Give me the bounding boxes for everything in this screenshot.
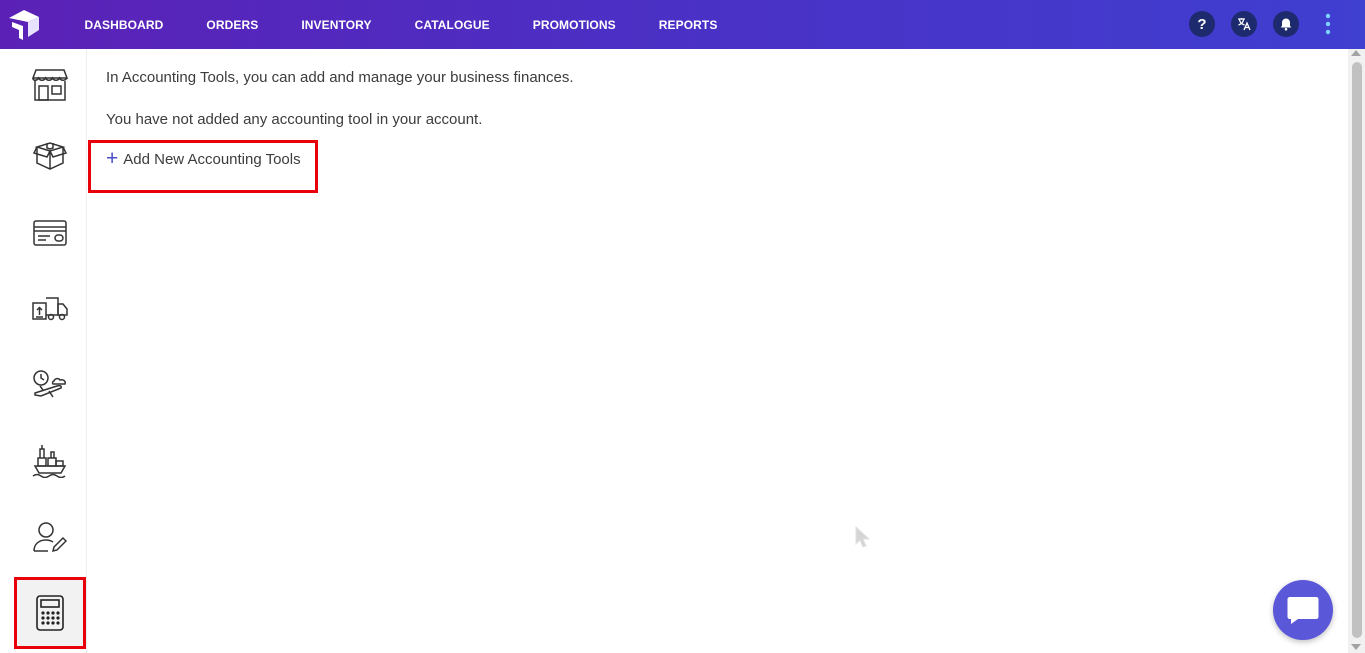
- user-edit-icon: [33, 522, 67, 553]
- left-gutter: [0, 49, 14, 653]
- more-vertical-icon: [1325, 13, 1331, 35]
- calculator-icon: [36, 595, 64, 631]
- delivery-truck-icon: [32, 297, 68, 321]
- sidebar-item-products[interactable]: [14, 121, 86, 193]
- more-menu-button[interactable]: [1318, 12, 1338, 36]
- payment-card-icon: [33, 220, 67, 246]
- help-icon: ?: [1197, 15, 1207, 33]
- chat-bubble-icon: [1287, 597, 1319, 624]
- sidebar-item-air-freight[interactable]: [14, 349, 86, 421]
- bell-icon: [1280, 18, 1292, 31]
- intro-text: In Accounting Tools, you can add and man…: [106, 69, 574, 86]
- store-icon: [32, 69, 68, 101]
- open-box-icon: [33, 142, 67, 170]
- nav-promotions[interactable]: PROMOTIONS: [533, 18, 616, 32]
- sidebar: [14, 49, 87, 653]
- help-button[interactable]: ?: [1189, 11, 1215, 37]
- nav-dashboard[interactable]: DASHBOARD: [85, 18, 164, 32]
- chat-widget-button[interactable]: [1273, 580, 1333, 640]
- scrollbar-thumb[interactable]: [1352, 62, 1362, 638]
- top-navbar: DASHBOARD ORDERS INVENTORY CATALOGUE PRO…: [0, 0, 1365, 49]
- scroll-down-arrow-icon[interactable]: [1351, 644, 1361, 650]
- sidebar-item-sea-freight[interactable]: [14, 425, 86, 497]
- sidebar-item-users[interactable]: [14, 501, 86, 573]
- translate-icon: [1238, 18, 1251, 31]
- brand-logo-icon[interactable]: [6, 6, 42, 42]
- add-accounting-tool-button[interactable]: + Add New Accounting Tools: [106, 147, 301, 170]
- notifications-button[interactable]: [1273, 11, 1299, 37]
- scroll-up-arrow-icon[interactable]: [1351, 50, 1361, 56]
- nav-inventory[interactable]: INVENTORY: [301, 18, 371, 32]
- mouse-cursor-icon: [855, 526, 871, 548]
- flight-schedule-icon: [33, 370, 66, 398]
- translate-button[interactable]: [1231, 11, 1257, 37]
- sidebar-item-payments[interactable]: [14, 197, 86, 269]
- nav-catalogue[interactable]: CATALOGUE: [415, 18, 490, 32]
- empty-state-text: You have not added any accounting tool i…: [106, 111, 483, 128]
- nav-reports[interactable]: REPORTS: [659, 18, 718, 32]
- nav-orders[interactable]: ORDERS: [206, 18, 258, 32]
- sidebar-item-accounting[interactable]: [14, 577, 86, 649]
- add-accounting-tool-label: Add New Accounting Tools: [123, 150, 301, 168]
- cargo-ship-icon: [32, 445, 67, 478]
- plus-icon: +: [106, 147, 119, 170]
- sidebar-item-store[interactable]: [14, 49, 86, 121]
- main-nav: DASHBOARD ORDERS INVENTORY CATALOGUE PRO…: [63, 0, 739, 49]
- sidebar-item-shipping[interactable]: [14, 273, 86, 345]
- main-content: In Accounting Tools, you can add and man…: [87, 49, 1334, 653]
